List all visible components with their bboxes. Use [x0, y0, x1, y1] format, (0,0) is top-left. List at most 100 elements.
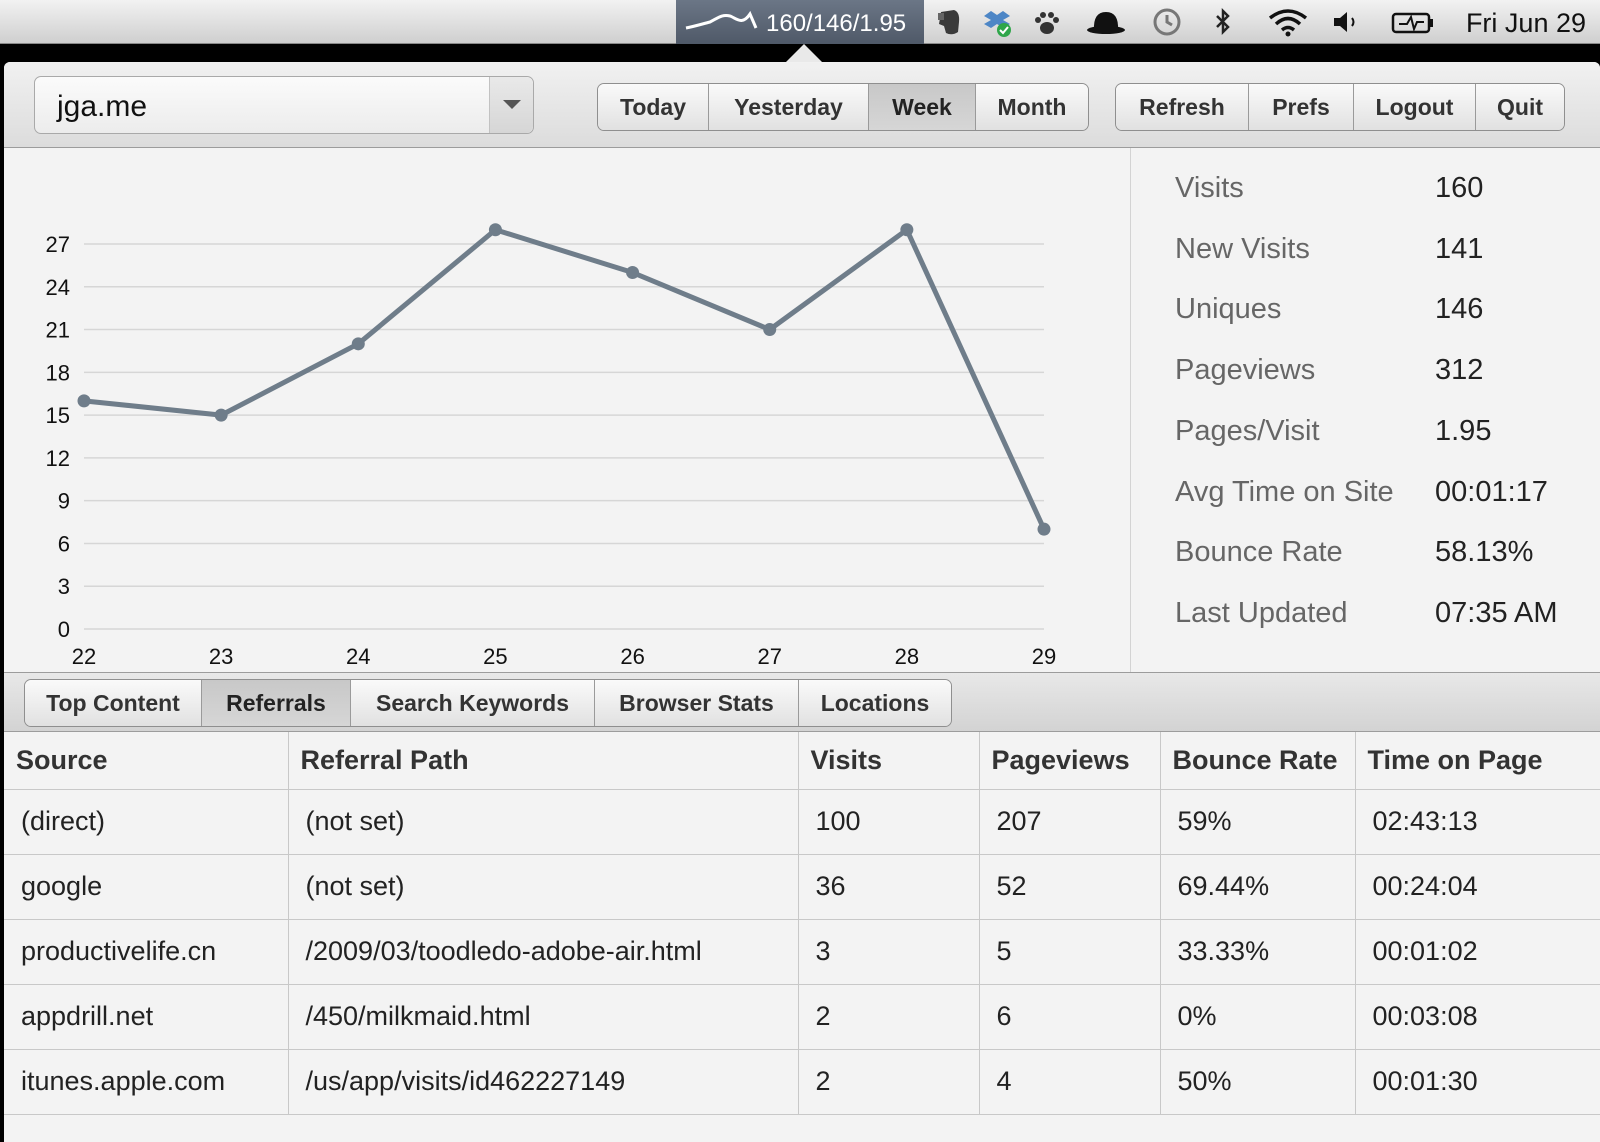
- menu-clock[interactable]: Fri Jun 29: [1466, 8, 1586, 39]
- column-header-referral-path[interactable]: Referral Path: [288, 732, 799, 790]
- data-point[interactable]: [488, 223, 502, 237]
- range-today-button[interactable]: Today: [598, 84, 709, 130]
- battery-icon[interactable]: [1390, 6, 1436, 38]
- data-point[interactable]: [77, 394, 91, 408]
- tab-browser-stats[interactable]: Browser Stats: [595, 680, 799, 726]
- site-select[interactable]: jga.me: [34, 76, 534, 134]
- paw-icon[interactable]: [1030, 6, 1064, 38]
- dropbox-icon[interactable]: [980, 6, 1014, 38]
- tab-top-content[interactable]: Top Content: [25, 680, 202, 726]
- table-row[interactable]: (direct) (not set) 100 207 59% 02:43:13: [4, 789, 1600, 855]
- stat-value: 1.95: [1435, 414, 1492, 447]
- cell-referral-path: (not set): [288, 789, 799, 855]
- stat-label: Pageviews: [1175, 354, 1316, 387]
- tab-search-keywords[interactable]: Search Keywords: [351, 680, 595, 726]
- range-month-button[interactable]: Month: [976, 84, 1088, 130]
- table-row[interactable]: itunes.apple.com/us/app/visits/id4622271…: [4, 1049, 1600, 1115]
- data-point[interactable]: [900, 223, 914, 237]
- logout-button[interactable]: Logout: [1354, 84, 1476, 130]
- column-header-bounce-rate[interactable]: Bounce Rate: [1160, 732, 1356, 790]
- column-header-source[interactable]: Source: [4, 732, 289, 790]
- data-point[interactable]: [626, 266, 640, 280]
- date-range-control: Today Yesterday Week Month: [597, 83, 1089, 131]
- cell-source: google: [4, 854, 289, 920]
- data-point[interactable]: [214, 408, 228, 422]
- toolbar: jga.me Today Yesterday Week Month Refres…: [4, 62, 1600, 148]
- y-tick-label: 15: [46, 403, 70, 428]
- time-machine-icon[interactable]: [1150, 6, 1184, 38]
- visits-chart-panel: 0 3 6 9 12 15 18 21 24 27 22 23 24 25 26 27 28 29: [4, 148, 1131, 672]
- data-point[interactable]: [1037, 522, 1051, 536]
- table-header-row: Source Referral Path Visits Pageviews Bo…: [4, 732, 1600, 790]
- report-tab-bar: Top Content Referrals Search Keywords Br…: [4, 672, 1600, 732]
- tab-referrals[interactable]: Referrals: [202, 680, 351, 726]
- stat-label: Last Updated: [1175, 596, 1348, 629]
- status-summary: 160/146/1.95: [766, 10, 907, 37]
- cell-source: itunes.apple.com: [4, 1049, 289, 1115]
- quit-button[interactable]: Quit: [1476, 84, 1564, 130]
- table-row[interactable]: google (not set) 36 52 69.44% 00:24:04: [4, 854, 1600, 920]
- cell-bounce-rate: 69.44%: [1160, 854, 1356, 920]
- stat-label: Bounce Rate: [1175, 536, 1343, 569]
- y-tick-label: 21: [46, 318, 70, 343]
- range-week-button[interactable]: Week: [869, 84, 976, 130]
- prefs-button[interactable]: Prefs: [1249, 84, 1354, 130]
- column-header-pageviews[interactable]: Pageviews: [979, 732, 1161, 790]
- data-point[interactable]: [763, 323, 777, 337]
- y-tick-label: 18: [46, 360, 70, 385]
- cell-source: appdrill.net: [4, 984, 289, 1050]
- stat-value: 312: [1435, 354, 1484, 387]
- stat-label: Avg Time on Site: [1175, 475, 1394, 508]
- cell-source: (direct): [4, 789, 289, 855]
- stat-label: Uniques: [1175, 293, 1282, 326]
- x-tick-label: 22: [72, 644, 96, 669]
- cell-time-on-page: 00:01:30: [1355, 1049, 1600, 1115]
- cell-time-on-page: 00:01:02: [1355, 919, 1600, 985]
- visits-status-item[interactable]: 160/146/1.95: [676, 0, 924, 44]
- stat-row: Last Updated 07:35 AM: [1175, 597, 1595, 637]
- stat-label: Pages/Visit: [1175, 414, 1320, 447]
- x-tick-label: 23: [209, 644, 233, 669]
- cell-bounce-rate: 50%: [1160, 1049, 1356, 1115]
- stat-value: 00:01:17: [1435, 475, 1548, 508]
- referrals-table: Source Referral Path Visits Pageviews Bo…: [4, 732, 1600, 1115]
- y-tick-label: 6: [58, 531, 70, 556]
- stat-row: Uniques 146: [1175, 293, 1595, 333]
- range-yesterday-button[interactable]: Yesterday: [709, 84, 869, 130]
- stat-row: Visits 160: [1175, 172, 1595, 212]
- bluetooth-icon[interactable]: [1212, 6, 1234, 38]
- cell-bounce-rate: 0%: [1160, 984, 1356, 1050]
- cell-source: productivelife.cn: [4, 919, 289, 985]
- refresh-button[interactable]: Refresh: [1116, 84, 1249, 130]
- cell-pageviews: 52: [979, 854, 1161, 920]
- popover-arrow: [786, 44, 822, 62]
- visits-line-chart: 0 3 6 9 12 15 18 21 24 27 22 23 24 25 26 27 28 29: [46, 223, 1056, 669]
- table-row[interactable]: appdrill.net/450/milkmaid.html 2 6 0% 00:03:…: [4, 984, 1600, 1050]
- tab-locations[interactable]: Locations: [799, 680, 951, 726]
- volume-icon[interactable]: [1330, 6, 1364, 38]
- report-tabs: Top Content Referrals Search Keywords Br…: [24, 679, 952, 727]
- stat-value: 146: [1435, 293, 1484, 326]
- column-header-time-on-page[interactable]: Time on Page: [1355, 732, 1600, 790]
- stat-value: 160: [1435, 172, 1484, 204]
- site-name: jga.me: [57, 90, 148, 123]
- evernote-icon[interactable]: [932, 6, 966, 38]
- table-row[interactable]: productivelife.cn/2009/03/toodledo-adobe…: [4, 919, 1600, 985]
- cell-referral-path: /us/app/visits/id462227149: [288, 1049, 799, 1115]
- cell-pageviews: 4: [979, 1049, 1161, 1115]
- y-tick-label: 24: [46, 275, 70, 300]
- data-point[interactable]: [351, 337, 365, 351]
- x-tick-label: 24: [346, 644, 370, 669]
- sparkline-icon: [685, 10, 758, 30]
- y-tick-label: 3: [58, 574, 70, 599]
- bowler-hat-icon[interactable]: [1085, 6, 1127, 38]
- menu-bar: 160/146/1.95 Fri Jun 29: [0, 0, 1600, 44]
- x-tick-label: 25: [483, 644, 507, 669]
- wifi-icon[interactable]: [1266, 6, 1310, 38]
- stat-row: Bounce Rate 58.13%: [1175, 536, 1595, 576]
- column-header-visits[interactable]: Visits: [798, 732, 980, 790]
- analytics-popover: jga.me Today Yesterday Week Month Refres…: [4, 62, 1600, 1142]
- cell-bounce-rate: 33.33%: [1160, 919, 1356, 985]
- y-tick-label: 12: [46, 446, 70, 471]
- chevron-down-icon[interactable]: [489, 77, 533, 133]
